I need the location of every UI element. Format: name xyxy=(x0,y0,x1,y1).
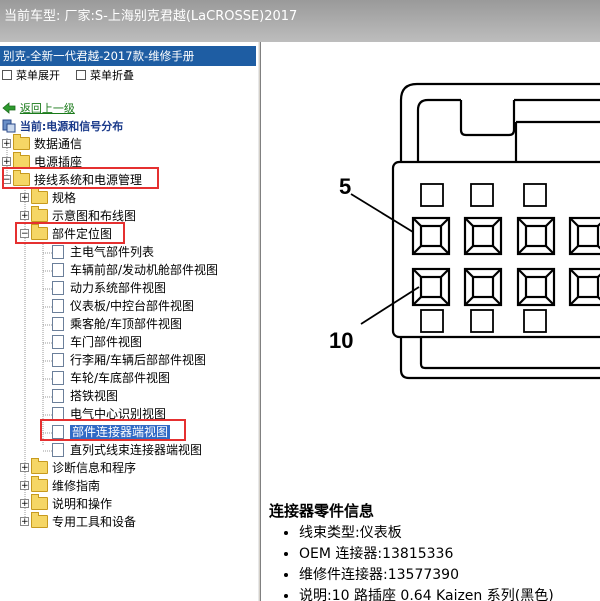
tree-item-label: 专用工具和设备 xyxy=(52,515,137,529)
tree-item-label: 搭铁视图 xyxy=(70,389,119,403)
tree-item[interactable]: 车门部件视图 xyxy=(38,333,142,351)
tree-item-label: 仪表板/中控台部件视图 xyxy=(70,299,195,313)
document-icon xyxy=(52,352,64,367)
tree-item-label: 规格 xyxy=(52,191,77,205)
document-icon xyxy=(52,334,64,349)
expand-toggle-icon[interactable]: + xyxy=(20,481,29,491)
tree-item[interactable]: 车辆前部/发动机舱部件视图 xyxy=(38,261,218,279)
tree-item[interactable]: + 专用工具和设备 xyxy=(20,512,137,531)
info-list: 线束类型:仪表板 OEM 连接器:13815336 维修件连接器:1357739… xyxy=(281,523,600,601)
expand-toggle-icon[interactable]: + xyxy=(20,499,29,509)
callout-5: 5 xyxy=(339,174,351,199)
window-title: 当前车型: 厂家:S-上海别克君越(LaCROSSE)2017 xyxy=(4,9,298,24)
folder-icon xyxy=(31,512,48,528)
document-icon xyxy=(52,316,64,331)
info-item: 维修件连接器:13577390 xyxy=(299,565,600,586)
document-icon xyxy=(52,298,64,313)
tree-item-label: 动力系统部件视图 xyxy=(70,281,167,295)
tree-item[interactable]: + 诊断信息和程序 xyxy=(20,458,137,477)
document-icon xyxy=(52,280,64,295)
tree-item[interactable]: + 规格 xyxy=(20,188,77,207)
tree-item-label: 车辆前部/发动机舱部件视图 xyxy=(70,263,219,277)
tree-item[interactable]: + 维修指南 xyxy=(20,476,101,495)
expand-toggle-icon[interactable]: + xyxy=(20,193,29,203)
folder-icon xyxy=(13,134,30,150)
tree-item-label: 主电气部件列表 xyxy=(70,245,155,259)
folder-icon xyxy=(31,494,48,510)
expand-toggle-icon[interactable]: + xyxy=(20,211,29,221)
content-pane: 5 10 连接器零件信息 线束类型:仪表板 OEM 连接器:13815336 维… xyxy=(261,42,600,601)
document-icon xyxy=(52,262,64,277)
expand-toggle-icon[interactable]: + xyxy=(2,139,11,149)
tree-item[interactable]: 仪表板/中控台部件视图 xyxy=(38,297,194,315)
tree-item[interactable]: + 数据通信 xyxy=(2,134,83,153)
tree-item-label: 示意图和布线图 xyxy=(52,209,137,223)
tree-item-label: 诊断信息和程序 xyxy=(52,461,137,475)
sidebar: 别克-全新一代君越-2017款-维修手册 菜单展开 菜单折叠 返回上一级 当前:… xyxy=(0,42,258,601)
tree-item-label: 乘客舱/车顶部件视图 xyxy=(70,317,183,331)
highlight-box-connector-views xyxy=(40,419,186,441)
document-icon xyxy=(52,370,64,385)
info-item: 线束类型:仪表板 xyxy=(299,523,600,544)
expand-toggle-icon[interactable]: + xyxy=(2,157,11,167)
tree-item-label: 车轮/车底部件视图 xyxy=(70,371,171,385)
folder-icon xyxy=(31,206,48,222)
tree-item-label: 说明和操作 xyxy=(52,497,113,511)
folder-icon xyxy=(31,188,48,204)
folder-icon xyxy=(31,458,48,474)
document-icon xyxy=(52,244,64,259)
info-item: OEM 连接器:13815336 xyxy=(299,544,600,565)
tree-item[interactable]: 动力系统部件视图 xyxy=(38,279,166,297)
tree-item-label: 维修指南 xyxy=(52,479,101,493)
tree-item[interactable]: 搭铁视图 xyxy=(38,387,118,405)
tree-item-label: 数据通信 xyxy=(34,137,83,151)
connector-diagram: 5 10 xyxy=(329,82,600,380)
tree-item[interactable]: 直列式线束连接器端视图 xyxy=(38,441,202,459)
tree-item-label: 车门部件视图 xyxy=(70,335,143,349)
document-icon xyxy=(52,388,64,403)
tree-item[interactable]: 主电气部件列表 xyxy=(38,243,154,261)
tree-item-label: 行李厢/车辆后部部件视图 xyxy=(70,353,207,367)
highlight-box-wiring xyxy=(2,167,159,189)
expand-toggle-icon[interactable]: + xyxy=(20,517,29,527)
highlight-box-locator xyxy=(15,222,125,244)
folder-icon xyxy=(31,476,48,492)
title-bar: 当前车型: 厂家:S-上海别克君越(LaCROSSE)2017 xyxy=(0,0,600,42)
tree-item[interactable]: + 说明和操作 xyxy=(20,494,113,513)
info-item: 说明:10 路插座 0.64 Kaizen 系列(黑色) xyxy=(299,586,600,601)
callout-10: 10 xyxy=(329,328,353,353)
expand-toggle-icon[interactable]: + xyxy=(20,463,29,473)
tree-item-label: 直列式线束连接器端视图 xyxy=(70,443,203,457)
tree-item[interactable]: 乘客舱/车顶部件视图 xyxy=(38,315,182,333)
document-icon xyxy=(52,442,64,457)
tree-item[interactable]: 车轮/车底部件视图 xyxy=(38,369,170,387)
info-title: 连接器零件信息 xyxy=(269,502,375,520)
tree-item[interactable]: 行李厢/车辆后部部件视图 xyxy=(38,351,206,369)
